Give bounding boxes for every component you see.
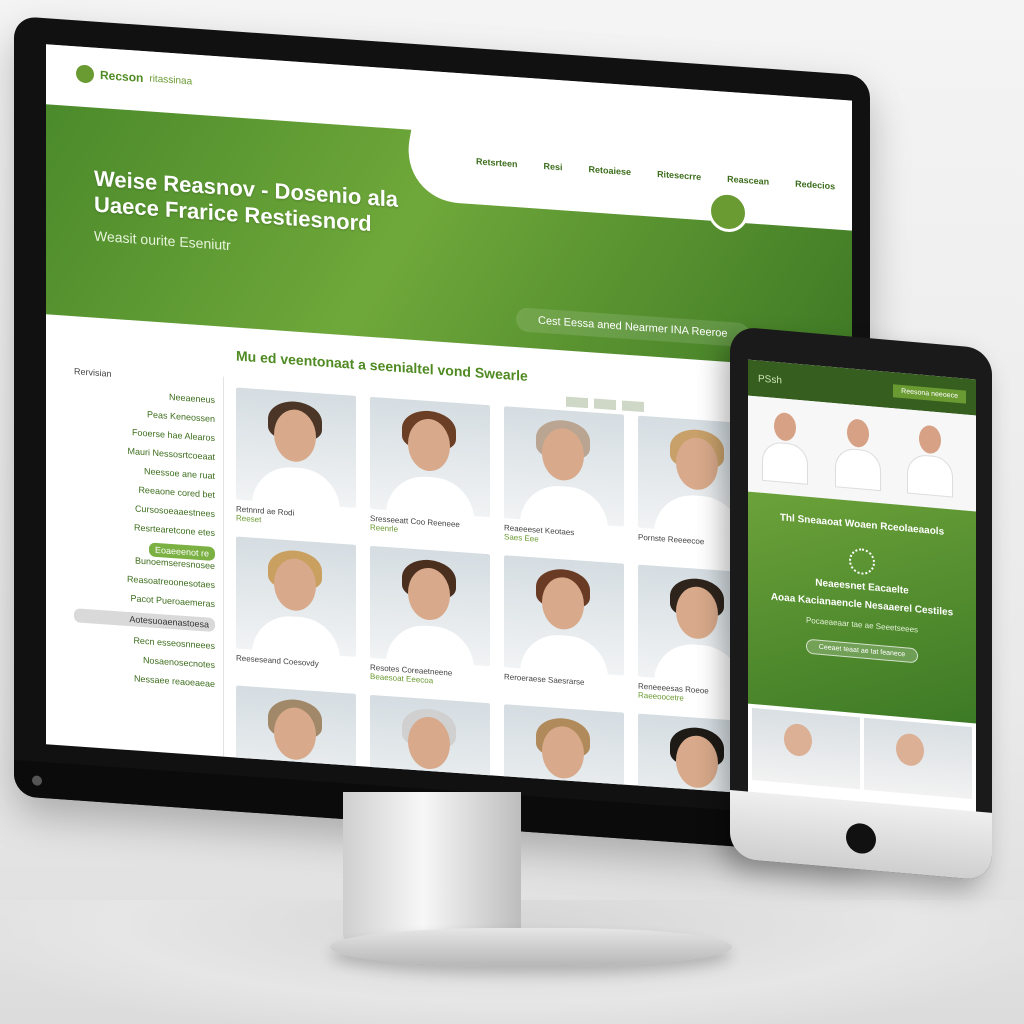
phone-hero-title: Thl Sneaaoat Woaen Rceolaeaaols [779,512,945,538]
logo-icon [76,64,94,84]
hero-cta-button[interactable]: Rles Reaorsen [646,386,732,413]
staff-photo[interactable] [370,396,490,518]
sidebar-item[interactable]: Pacot Pueroaemeras [74,589,215,609]
staff-grid: Retnnrd ae Rodi Reeset Sresseeatt Coo Reen… [236,387,758,801]
sidebar-item[interactable]: Neessoe ane ruat [74,461,215,481]
staff-name[interactable]: Reroeraese Saesrarse [504,672,624,689]
staff-photo[interactable] [504,704,624,801]
staff-card[interactable]: Sresseeatt Coo Reeneee Reenrle [370,396,490,540]
staff-card[interactable]: Reroeraese Saesrarse [504,555,624,698]
monitor-stand [343,792,521,942]
sidebar-item[interactable]: Neeaeneus [74,385,215,405]
staff-card[interactable]: Reaeeeset Keotaes Saes Eee [504,406,624,549]
sidebar-item[interactable]: Aotesuoaenastoesa [74,608,215,633]
power-icon[interactable] [32,775,42,786]
coat-shape [520,483,608,527]
staff-card[interactable]: Retnnrd ae Rodi Reeset [236,387,356,531]
hero-title: Weise Reasnov - Dosenio ala Uaece Fraric… [94,165,399,237]
phone-hero: Thl Sneaaoat Woaen Rceolaeaaols Neaeesne… [748,491,976,724]
monitor-base [330,928,732,966]
phone-photo[interactable] [756,406,823,488]
phone-photo[interactable] [829,413,896,495]
coat-shape [654,790,742,801]
tree-icon [849,547,875,576]
hero-subtitle: Weasit ourite Eseniutr [94,227,231,254]
coat-shape [252,464,340,508]
staff-card[interactable]: Resotes Coreaetneene Beaesoat Eeecoa [370,545,490,689]
phone-cta-button[interactable]: Ceeaet teaat ae tat feanece [805,638,919,664]
phone-photo[interactable] [901,419,968,501]
sidebar-item[interactable]: Nessaee reaoeaeae [74,669,215,689]
staff-photo[interactable] [370,694,490,801]
sidebar-item[interactable]: Peas Keneossen [74,404,215,424]
coat-shape [386,474,474,518]
home-button[interactable] [846,822,876,855]
staff-name[interactable]: Reeseseand Coesovdy [236,654,356,671]
sidebar-item[interactable]: Mauri Nessosrtcoeaat [74,442,215,462]
staff-photo[interactable] [504,406,624,527]
coat-shape [386,623,474,667]
site-logo[interactable]: Recson ritassinaa [76,64,192,90]
list-view-icon[interactable] [594,398,616,411]
sidebar-item[interactable]: Recn esseosnneees [74,631,215,651]
staff-photo[interactable] [504,555,624,676]
coat-shape [654,492,742,537]
sidebar-list: Neeaeneus Peas Keneossen Fooerse hae Alear… [74,385,223,689]
phone-header-button[interactable]: Reesona neeoece [893,383,966,404]
sidebar-item[interactable]: Reeaone cored bet [74,480,215,500]
sidebar-item[interactable]: Reasoatreoonesotaes [74,570,215,590]
hero-tagline: Cest Eessa aned Nearmer INA Reeroe [516,307,750,348]
hero-banner: Weise Reasnov - Dosenio ala Uaece Fraric… [46,104,852,413]
staff-photo[interactable] [236,387,356,508]
section-title: Mu ed veentonaat a seenialtel vond Swear… [236,347,528,384]
logo-subtext: ritassinaa [149,72,193,87]
sidebar-item[interactable]: Fooerse hae Alearos [74,423,215,443]
grid-view-icon[interactable] [566,396,588,409]
logo-text: Recson [100,68,144,86]
phone-logo[interactable]: PSsh [758,373,782,386]
staff-card[interactable]: Reeseseand Coesovdy [236,536,356,680]
coat-shape [520,632,608,676]
sidebar-item[interactable]: Cursosoeaaestnees [74,499,215,519]
staff-card[interactable] [370,694,490,801]
mobile-phone: PSsh Reesona neeoece Thl Sneaaoat Woaen … [730,326,992,881]
phone-photo[interactable] [864,717,972,800]
nav-item[interactable]: Resi [544,161,563,172]
phone-photo[interactable] [752,707,860,790]
sidebar-item[interactable]: Resrtearetcone etes [74,518,215,538]
filter-icon[interactable] [622,400,644,413]
staff-photo[interactable] [370,545,490,667]
coat-shape [252,613,340,657]
staff-card[interactable] [504,704,624,801]
sidebar: Rervisian Neeaeneus Peas Keneossen Fooerse… [74,366,224,757]
staff-photo[interactable] [236,536,356,657]
sidebar-item[interactable]: Nosaenosecnotes [74,650,215,670]
coat-shape [654,641,742,686]
phone-screen: PSsh Reesona neeoece Thl Sneaaoat Woaen … [748,359,976,820]
view-toggle[interactable] [566,396,644,413]
sidebar-heading: Rervisian [74,366,112,379]
